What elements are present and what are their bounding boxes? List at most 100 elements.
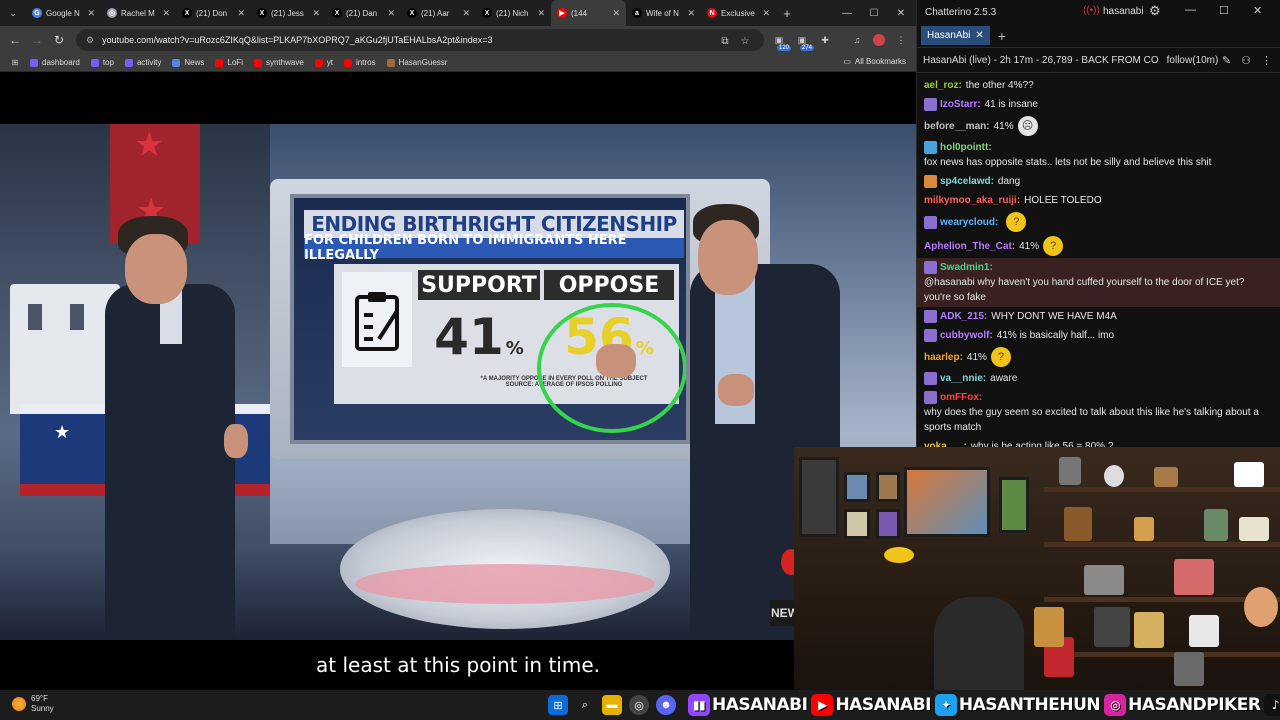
weather-widget[interactable]: 69°F Sunny [12, 694, 54, 714]
bookmark-item[interactable]: activity [124, 58, 161, 67]
browser-tab[interactable]: X (21) Nich ✕ [476, 0, 551, 26]
chat-username[interactable]: milkymoo_aka_ruiji: [924, 193, 1020, 208]
cast-icon[interactable]: ⧉ [718, 34, 732, 48]
close-tab-icon[interactable]: ✕ [462, 8, 470, 19]
video-player[interactable]: ★ ★ ★ ★ ENDING BIRTHRIGHT CITIZENSHIP FO… [0, 76, 916, 690]
chat-text: dang [997, 176, 1021, 187]
maximize-icon[interactable]: ☐ [861, 0, 887, 26]
menu-kebab-icon[interactable]: ⋮ [892, 31, 910, 49]
chat-username[interactable]: hol0pointt: [940, 140, 992, 155]
extension-icon-1[interactable]: ▣ 120 [770, 31, 791, 51]
sub-badge-icon[interactable] [924, 98, 937, 111]
maximize-icon[interactable]: ☐ [1219, 4, 1229, 17]
close-window-icon[interactable]: ✕ [888, 0, 914, 26]
reload-icon[interactable]: ↻ [48, 26, 70, 54]
browser-tab[interactable]: N Exclusive ✕ [701, 0, 776, 26]
bookmark-star-icon[interactable]: ☆ [738, 34, 752, 48]
bookmark-item[interactable]: synthwave [253, 58, 304, 67]
close-tab-icon[interactable]: ✕ [612, 8, 620, 19]
sub-badge-icon[interactable] [924, 329, 937, 342]
close-tab-icon[interactable]: ✕ [687, 8, 695, 19]
bookmark-item[interactable]: top [90, 58, 114, 67]
close-icon[interactable]: ✕ [975, 30, 983, 41]
search-icon[interactable]: ⌕ [575, 695, 595, 715]
chat-username[interactable]: cubbywolf: [940, 328, 993, 343]
file-explorer-icon[interactable]: ▬ [602, 695, 622, 715]
add-tab-button[interactable]: + [998, 28, 1006, 44]
figurine [1134, 517, 1154, 541]
extensions-puzzle-icon[interactable]: ✚ [816, 31, 834, 49]
back-icon[interactable]: ← [4, 26, 26, 54]
chat-username[interactable]: Aphelion_The_Cat: [924, 239, 1015, 254]
kebab-menu-icon[interactable]: ⋮ [1261, 54, 1272, 67]
close-tab-icon[interactable]: ✕ [162, 8, 170, 19]
close-tab-icon[interactable]: ✕ [87, 8, 95, 19]
extension-icon-2[interactable]: ▣ 274 [793, 31, 814, 51]
chrome-icon[interactable]: ◎ [629, 695, 649, 715]
close-tab-icon[interactable]: ✕ [762, 8, 770, 19]
sub-badge-icon[interactable] [924, 391, 937, 404]
apps-grid-icon[interactable]: ⊞ [0, 58, 30, 67]
chat-text: WHY DONT WE HAVE M4A [991, 311, 1117, 322]
sub-badge-icon[interactable] [924, 141, 937, 154]
bookmark-item[interactable]: LoFi [215, 58, 243, 67]
close-tab-icon[interactable]: ✕ [537, 8, 545, 19]
chat-message: ADK_215: WHY DONT WE HAVE M4A [924, 307, 1273, 326]
chat-username[interactable]: before__man: [924, 119, 990, 134]
close-tab-icon[interactable]: ✕ [312, 8, 320, 19]
sub-badge-icon[interactable] [924, 215, 937, 229]
browser-tab[interactable]: X (21) Dan ✕ [326, 0, 401, 26]
media-icon[interactable]: ♫ [848, 31, 866, 49]
bookmark-item[interactable]: HasanGuessr [386, 58, 447, 67]
chat-username[interactable]: ael_roz: [924, 78, 962, 93]
close-window-icon[interactable]: ✕ [1253, 4, 1262, 17]
forward-icon[interactable]: → [26, 26, 48, 54]
site-info-icon[interactable]: ⚙ [86, 35, 94, 46]
browser-tab[interactable]: X (21) Don ✕ [176, 0, 251, 26]
chat-username[interactable]: omFFox: [940, 390, 982, 405]
bookmark-item[interactable]: dashboard [30, 58, 80, 67]
sub-badge-icon[interactable] [924, 175, 937, 188]
chat-username[interactable]: ADK_215: [940, 309, 987, 324]
sub-badge-icon[interactable] [924, 372, 937, 385]
browser-tab[interactable]: G Google N ✕ [26, 0, 101, 26]
bookmark-item[interactable]: News [172, 58, 204, 67]
browser-tab[interactable]: X (21) Jess ✕ [251, 0, 326, 26]
windows-start-icon[interactable]: ⊞ [548, 695, 568, 715]
sub-badge-icon[interactable] [924, 261, 937, 274]
settings-icon[interactable]: ⚙ [1149, 3, 1161, 19]
discord-icon[interactable]: ☻ [656, 695, 676, 715]
bookmark-item[interactable]: intros [344, 58, 376, 67]
close-tab-icon[interactable]: ✕ [237, 8, 245, 19]
anchor-hand [718, 374, 754, 406]
minimize-icon[interactable]: — [834, 0, 860, 26]
browser-tab[interactable]: ◎ Rachel M ✕ [101, 0, 176, 26]
all-bookmarks-button[interactable]: ▭ All Bookmarks [843, 57, 906, 66]
url-text: youtube.com/watch?v=uRozc6ZIKqQ&list=PLK… [102, 35, 493, 45]
chat-username[interactable]: sp4celawd: [940, 174, 994, 189]
sub-badge-icon[interactable] [924, 310, 937, 323]
tab-search-icon[interactable]: ⌄ [0, 0, 26, 26]
profile-avatar[interactable] [870, 31, 888, 49]
browser-tab[interactable]: ▶ (144 ✕ [551, 0, 626, 26]
browser-tab[interactable]: X (21) Aar ✕ [401, 0, 476, 26]
users-icon[interactable]: ⚇ [1241, 54, 1251, 67]
bookmark-label: yt [326, 58, 333, 67]
chat-username[interactable]: IzoStarr: [940, 97, 981, 112]
close-tab-icon[interactable]: ✕ [387, 8, 395, 19]
new-tab-button[interactable]: + [776, 0, 798, 26]
chat-username[interactable]: haarlep: [924, 350, 963, 365]
pencil-icon[interactable]: ✎ [1222, 54, 1231, 67]
address-bar[interactable]: ⚙ youtube.com/watch?v=uRozc6ZIKqQ&list=P… [76, 29, 764, 51]
bookmark-favicon [314, 58, 323, 67]
account-name[interactable]: hasanabi [1103, 6, 1144, 17]
chat-username[interactable]: wearycloud: [940, 215, 998, 230]
chat-username[interactable]: Swadmin1: [940, 260, 993, 275]
tab-hasanabi[interactable]: HasanAbi ✕ [921, 26, 990, 45]
minimize-icon[interactable]: — [1185, 4, 1196, 16]
chat-username[interactable]: va__nnie: [940, 371, 986, 386]
social-handle-label: HASANTHEHUN [958, 695, 1101, 715]
bookmark-item[interactable]: yt [314, 58, 333, 67]
browser-tab[interactable]: a Wife of N ✕ [626, 0, 701, 26]
youtube-icon: ▶ [811, 694, 834, 716]
